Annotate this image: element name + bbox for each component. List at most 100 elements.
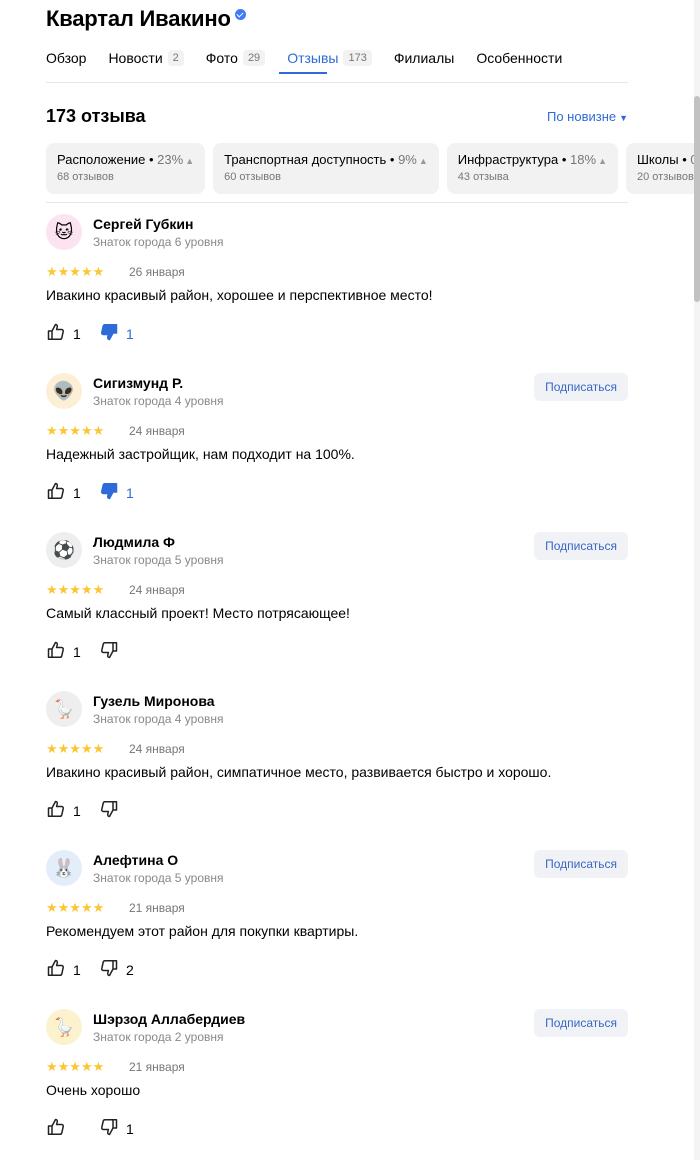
category-review-count: 43 отзыва xyxy=(457,171,509,183)
category-name: Инфраструктура xyxy=(457,152,559,167)
rating-stars: ★★★★★ xyxy=(46,741,105,756)
tab-features[interactable]: Особенности xyxy=(476,50,562,66)
category-chip[interactable]: Расположение • 23% ▲ 68 отзывов xyxy=(46,143,206,194)
avatar-emoji: 🐱 xyxy=(54,221,74,242)
like-count: 1 xyxy=(73,644,81,660)
avatar-emoji: 🪿 xyxy=(52,1016,76,1037)
subscribe-button[interactable]: Подписаться xyxy=(534,850,628,878)
review-card: ⚽ Людмила Ф Знаток города 5 уровня Подписат… xyxy=(46,532,628,682)
category-chip[interactable]: Транспортная доступность • 9% ▲ 60 отзывов xyxy=(213,143,439,194)
review-card: 🪿 Гузель Миронова Знаток города 4 уровня ★★… xyxy=(46,691,628,841)
reviewer-name[interactable]: Сигизмунд Р. xyxy=(93,375,183,391)
tab-label: Фото xyxy=(205,50,238,66)
category-title: Инфраструктура • 18% ▲ xyxy=(458,152,607,167)
avatar-emoji: 🪿 xyxy=(52,698,76,719)
like-count: 1 xyxy=(73,962,81,978)
dislike-button[interactable]: 1 xyxy=(99,322,134,347)
review-date: 26 января xyxy=(129,265,185,279)
reviewer-name[interactable]: Алефтина О xyxy=(93,852,178,868)
review-text: Ивакино красивый район, симпатичное мест… xyxy=(46,764,552,780)
avatar[interactable]: 🪿 xyxy=(46,1009,82,1045)
like-button[interactable]: 1 xyxy=(46,482,81,503)
avatar[interactable]: 🪿 xyxy=(46,691,82,727)
like-button[interactable]: 1 xyxy=(46,800,81,821)
avatar[interactable]: 🐱 xyxy=(46,214,82,250)
subscribe-button[interactable]: Подписаться xyxy=(534,532,628,560)
like-button[interactable]: 1 xyxy=(46,323,81,344)
reviewer-level: Знаток города 5 уровня xyxy=(93,871,224,885)
rating-stars: ★★★★★ xyxy=(46,423,105,438)
category-separator: • xyxy=(145,152,158,167)
tab-label: Обзор xyxy=(46,50,87,66)
like-button[interactable] xyxy=(46,1117,73,1142)
tab-count-badge: 29 xyxy=(242,50,266,66)
avatar[interactable]: ⚽ xyxy=(46,532,82,568)
rating-stars: ★★★★★ xyxy=(46,582,105,597)
divider xyxy=(46,202,628,203)
dislike-count: 1 xyxy=(126,1121,134,1137)
review-card: 🐰 Алефтина О Знаток города 5 уровня Подписа… xyxy=(46,850,628,1000)
page-title: Квартал Ивакино xyxy=(46,6,231,31)
rating-stars: ★★★★★ xyxy=(46,900,105,915)
reviewer-level: Знаток города 4 уровня xyxy=(93,394,224,408)
subscribe-button[interactable]: Подписаться xyxy=(534,373,628,401)
tab-branches[interactable]: Филиалы xyxy=(394,50,454,66)
like-button[interactable]: 1 xyxy=(46,641,81,662)
avatar-emoji: ⚽ xyxy=(52,539,76,560)
avatar[interactable]: 👽 xyxy=(46,373,82,409)
divider xyxy=(46,82,628,83)
tab-label: Филиалы xyxy=(393,50,455,66)
like-count: 1 xyxy=(73,803,81,819)
avatar[interactable]: 🐰 xyxy=(46,850,82,886)
review-text: Ивакино красивый район, хорошее и перспе… xyxy=(46,287,433,303)
tab-label: Отзывы xyxy=(287,50,339,66)
tab-photos[interactable]: Фото 29 xyxy=(205,50,266,66)
dislike-button[interactable] xyxy=(99,641,126,662)
reviewer-name[interactable]: Людмила Ф xyxy=(93,534,175,550)
review-text: Надежный застройщик, нам подходит на 100… xyxy=(46,446,355,462)
tab-reviews[interactable]: Отзывы 173 xyxy=(287,50,372,66)
like-button[interactable]: 1 xyxy=(46,959,81,980)
category-chip[interactable]: Инфраструктура • 18% ▲ 43 отзыва xyxy=(446,143,618,194)
review-text: Рекомендуем этот район для покупки кварт… xyxy=(46,923,359,939)
category-percent: 9% xyxy=(398,152,417,167)
tab-label: Новости xyxy=(108,50,163,66)
dislike-button[interactable]: 1 xyxy=(99,1118,134,1139)
verified-icon xyxy=(234,8,246,20)
reviewer-name[interactable]: Сергей Губкин xyxy=(93,216,193,232)
tab-count-badge: 2 xyxy=(167,50,184,66)
dislike-count: 1 xyxy=(126,485,134,501)
active-tab-indicator xyxy=(279,72,327,74)
avatar-emoji: 🐰 xyxy=(52,857,76,878)
subscribe-button[interactable]: Подписаться xyxy=(534,1009,628,1037)
thumbs-down-icon xyxy=(99,322,119,347)
thumbs-up-icon xyxy=(46,1117,66,1142)
tab-count-badge: 173 xyxy=(343,50,372,66)
dislike-button[interactable]: 2 xyxy=(99,959,134,980)
thumbs-up-icon: ▲ xyxy=(418,156,428,166)
sort-dropdown[interactable]: По новизне ▼ xyxy=(547,109,628,124)
like-count: 1 xyxy=(73,485,81,501)
dislike-count: 2 xyxy=(126,962,134,978)
review-card: 👽 Сигизмунд Р. Знаток города 4 уровня Подпи… xyxy=(46,373,628,523)
review-date: 24 января xyxy=(129,424,185,438)
dislike-button[interactable]: 1 xyxy=(99,482,134,503)
thumbs-up-icon: ▲ xyxy=(598,156,607,166)
review-date: 24 января xyxy=(129,742,185,756)
tab-overview[interactable]: Обзор xyxy=(46,50,86,66)
category-name: Транспортная доступность xyxy=(224,152,387,167)
like-count: 1 xyxy=(73,326,81,342)
category-percent: 18% xyxy=(570,152,597,167)
review-date: 21 января xyxy=(129,901,185,915)
scrollbar-thumb[interactable] xyxy=(694,96,700,302)
reviewer-name[interactable]: Гузель Миронова xyxy=(93,693,215,709)
reviewer-level: Знаток города 5 уровня xyxy=(93,553,224,567)
category-chip[interactable]: Школы • 0▲ 20 отзывов xyxy=(625,143,700,194)
avatar-emoji: 👽 xyxy=(52,380,76,401)
reviewer-name[interactable]: Шэрзод Аллабердиев xyxy=(93,1011,245,1027)
dislike-button[interactable] xyxy=(99,800,126,821)
tab-news[interactable]: Новости 2 xyxy=(108,50,184,66)
category-carousel[interactable]: Расположение • 23% ▲ 68 отзывов Транспортна… xyxy=(46,143,700,195)
category-separator: • xyxy=(678,152,691,167)
review-date: 21 января xyxy=(129,1060,185,1074)
